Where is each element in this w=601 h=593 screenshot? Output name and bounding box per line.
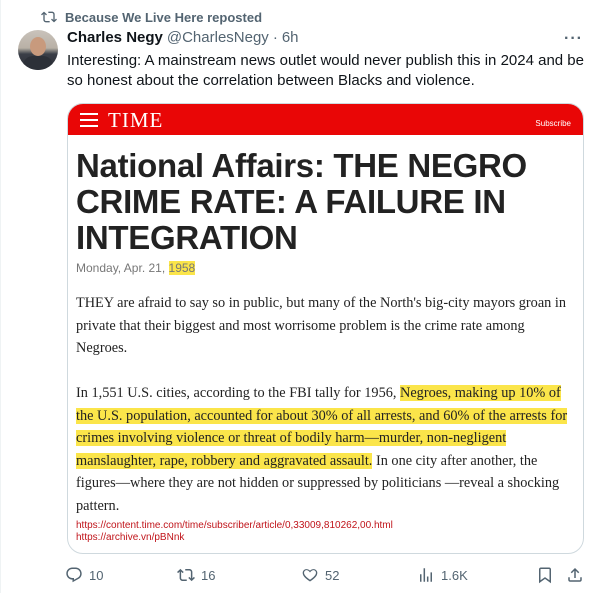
avatar[interactable] xyxy=(18,30,58,70)
post[interactable]: Because We Live Here reposted Charles Ne… xyxy=(0,0,601,593)
time-logo: TIME xyxy=(108,108,164,132)
author-handle[interactable]: @CharlesNegy xyxy=(167,29,269,46)
action-bar: 10 16 52 1.6K xyxy=(61,566,591,586)
separator-dot: · xyxy=(272,29,278,46)
views-button[interactable]: 1.6K xyxy=(417,566,468,584)
post-header: Charles Negy @CharlesNegy · 6h xyxy=(67,29,299,46)
repost-icon xyxy=(41,11,57,23)
like-count: 52 xyxy=(325,567,340,583)
views-count: 1.6K xyxy=(441,567,468,583)
share-icon xyxy=(568,567,582,582)
attached-image[interactable]: TIME Subscribe National Affairs: THE NEG… xyxy=(67,103,584,554)
views-icon xyxy=(420,568,432,582)
menu-icon xyxy=(80,113,98,127)
source-link-1: https://content.time.com/time/subscriber… xyxy=(76,520,393,531)
date-prefix: Monday, Apr. 21, xyxy=(76,261,169,275)
reply-count: 10 xyxy=(89,567,104,583)
repost-count: 16 xyxy=(201,567,216,583)
date-year-highlight: 1958 xyxy=(168,261,196,275)
source-links: https://content.time.com/time/subscriber… xyxy=(76,520,393,544)
subscribe-link: Subscribe xyxy=(535,119,571,128)
share-button[interactable] xyxy=(566,566,584,584)
bookmark-icon xyxy=(539,567,551,584)
post-time[interactable]: 6h xyxy=(282,29,299,46)
time-header-bar: TIME Subscribe xyxy=(68,104,583,135)
reply-button[interactable]: 10 xyxy=(65,566,103,584)
like-button[interactable]: 52 xyxy=(301,566,339,584)
article-paragraph-2: In 1,551 U.S. cities, according to the F… xyxy=(76,382,576,517)
more-options-button[interactable]: ··· xyxy=(564,30,583,48)
reply-icon xyxy=(66,567,82,583)
article-headline: National Affairs: THE NEGRO CRIME RATE: … xyxy=(76,147,527,256)
source-link-2: https://archive.vn/pBNnk xyxy=(76,532,185,543)
article-date: Monday, Apr. 21, 1958 xyxy=(76,261,196,275)
author-name[interactable]: Charles Negy xyxy=(67,29,163,46)
bookmark-button[interactable] xyxy=(536,566,554,584)
repost-indicator[interactable]: Because We Live Here reposted xyxy=(41,9,262,25)
repost-icon xyxy=(177,568,195,582)
repost-button[interactable]: 16 xyxy=(177,566,215,584)
article-paragraph-1: THEY are afraid to say so in public, but… xyxy=(76,295,567,356)
tweet-text: Interesting: A mainstream news outlet wo… xyxy=(67,52,584,89)
repost-text: Because We Live Here reposted xyxy=(65,9,263,25)
like-icon xyxy=(302,569,318,582)
paragraph-2-intro: In 1,551 U.S. cities, according to the F… xyxy=(76,385,401,401)
